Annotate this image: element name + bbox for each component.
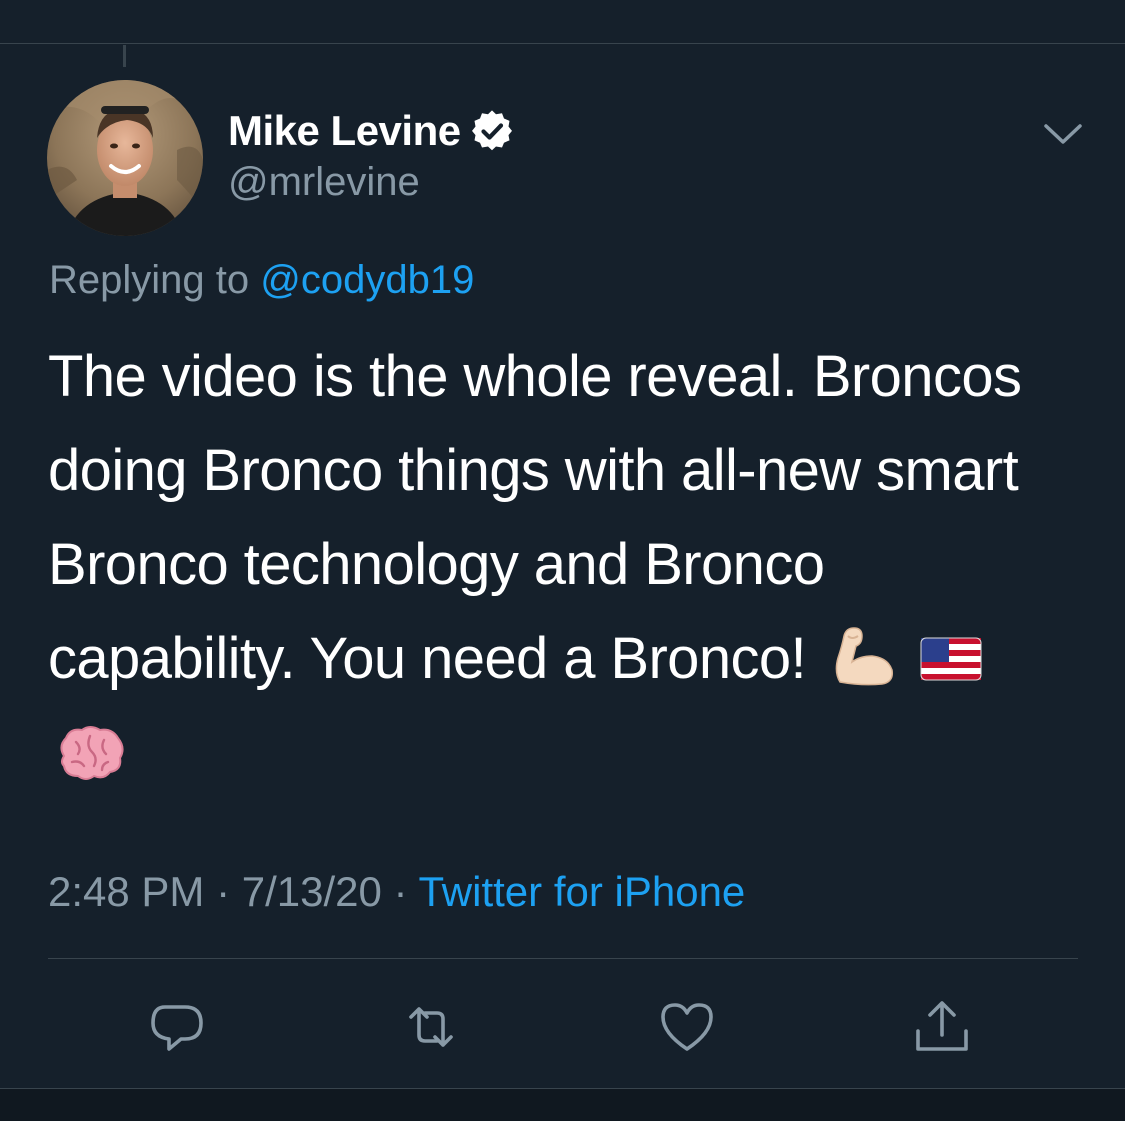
header-divider <box>0 43 1125 44</box>
us-flag-icon <box>920 637 982 681</box>
avatar-photo <box>47 80 203 236</box>
avatar[interactable] <box>47 80 203 236</box>
tweet-body: The video is the whole reveal. Broncos d… <box>48 330 1058 800</box>
author-name-row[interactable]: Mike Levine <box>228 104 513 158</box>
tweet-date: 7/13/20 <box>241 868 382 915</box>
meta-separator: · <box>381 868 419 915</box>
back-arrow-icon[interactable] <box>4 0 44 6</box>
tweet-source-link[interactable]: Twitter for iPhone <box>418 868 745 915</box>
share-icon[interactable] <box>910 995 974 1059</box>
like-icon[interactable] <box>655 995 719 1059</box>
reply-icon[interactable] <box>145 995 209 1059</box>
meta-separator: · <box>204 868 242 915</box>
verified-badge-icon <box>471 110 512 151</box>
thread-connector-line <box>123 45 126 67</box>
author-name[interactable]: Mike Levine <box>228 107 461 155</box>
tweet-time: 2:48 PM <box>48 868 205 915</box>
brain-icon <box>60 726 124 780</box>
actions-divider <box>48 958 1078 959</box>
reply-prefix: Replying to <box>49 258 261 302</box>
chevron-down-icon[interactable] <box>1040 116 1086 150</box>
author-handle[interactable]: @mrlevine <box>228 160 420 205</box>
tweet-meta: 2:48 PM · 7/13/20 · Twitter for iPhone <box>48 868 745 916</box>
next-item-area <box>0 1089 1125 1121</box>
flexed-biceps-icon <box>835 627 893 686</box>
reply-context: Replying to @codydb19 <box>49 258 474 303</box>
retweet-icon[interactable] <box>399 995 463 1059</box>
reply-mention-link[interactable]: @codydb19 <box>260 258 474 302</box>
